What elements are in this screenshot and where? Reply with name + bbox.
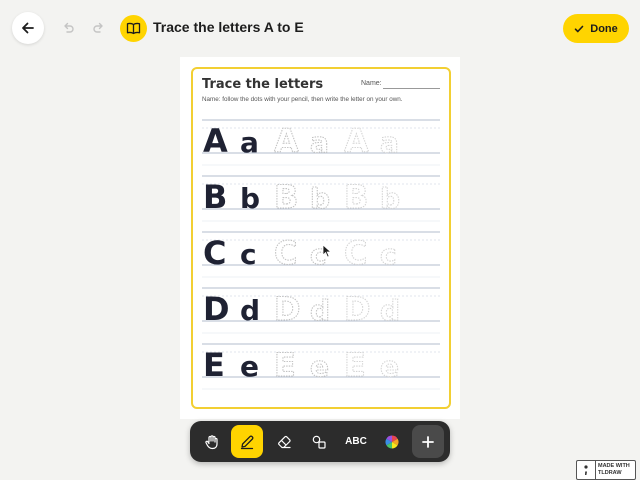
worksheet: Trace the letters Name: Name: follow the… [191, 67, 451, 409]
letter-row: AaAaAa [202, 119, 440, 166]
done-button[interactable]: Done [563, 14, 629, 43]
trace-uppercase-letter: E [274, 346, 296, 384]
redo-icon [93, 22, 103, 33]
letter-row: DdDdDd [202, 287, 440, 334]
trace-uppercase-letter: D [274, 290, 301, 328]
trace-uppercase-letter: B [344, 178, 368, 216]
trace-lowercase-letter: b [310, 182, 330, 215]
trace-lowercase-letter: e [380, 350, 399, 383]
trace-lowercase-letter: e [310, 350, 329, 383]
drawing-toolbar: ABC [190, 421, 450, 462]
shapes-tool-button[interactable] [303, 425, 335, 458]
trace-lowercase-letter: d [310, 294, 330, 327]
trace-lowercase-letter: c [380, 238, 397, 271]
solid-uppercase-letter: D [203, 290, 230, 328]
cursor-icon [322, 244, 332, 258]
trace-uppercase-letter: C [274, 234, 297, 272]
trace-uppercase-letter: E [344, 346, 366, 384]
check-icon [574, 25, 584, 32]
trace-lowercase-letter: d [380, 294, 400, 327]
shapes-icon [312, 435, 326, 449]
trace-uppercase-letter: D [344, 290, 371, 328]
book-button[interactable] [120, 15, 147, 42]
color-wheel-icon [385, 435, 399, 448]
redo-button[interactable] [87, 16, 111, 40]
trace-uppercase-letter: A [344, 122, 369, 160]
badge-line-2: TLDRAW [598, 470, 622, 476]
solid-uppercase-letter: E [203, 346, 225, 384]
solid-uppercase-letter: C [203, 234, 226, 272]
color-tool-button[interactable] [376, 425, 408, 458]
solid-uppercase-letter: A [203, 122, 228, 160]
plus-icon [422, 435, 434, 448]
undo-button[interactable] [56, 16, 80, 40]
eraser-tool-button[interactable] [268, 425, 300, 458]
tldraw-logo-icon [577, 461, 596, 479]
trace-lowercase-letter: a [310, 126, 329, 159]
solid-lowercase-letter: d [240, 294, 260, 327]
page-title: Trace the letters A to E [153, 19, 304, 35]
solid-lowercase-letter: a [240, 126, 259, 159]
letter-row: CcCcCc [202, 231, 440, 278]
solid-lowercase-letter: b [240, 182, 260, 215]
book-icon [126, 22, 141, 35]
worksheet-canvas[interactable]: Trace the letters Name: Name: follow the… [180, 57, 460, 419]
done-label: Done [590, 22, 618, 35]
eraser-icon [278, 435, 291, 448]
undo-icon [64, 22, 74, 33]
add-button[interactable] [412, 425, 444, 458]
solid-lowercase-letter: c [240, 238, 257, 271]
trace-lowercase-letter: a [380, 126, 399, 159]
badge-line-1: MADE WITH [598, 463, 630, 469]
text-tool-button[interactable]: ABC [338, 425, 374, 458]
hand-icon [205, 434, 218, 449]
letter-row: EeEeEe [202, 343, 440, 390]
made-with-tldraw-badge[interactable]: MADE WITH TLDRAW [576, 460, 636, 480]
trace-uppercase-letter: C [344, 234, 367, 272]
badge-text: MADE WITH TLDRAW [598, 463, 630, 477]
letter-row: BbBbBb [202, 175, 440, 222]
trace-uppercase-letter: B [274, 178, 298, 216]
pencil-tool-button[interactable] [231, 425, 263, 458]
letter-rows: Aa Aa AaB b Bb BbC c Cc CcD d Dd DdE e Ee Ee [202, 119, 440, 390]
hand-tool-button[interactable] [196, 425, 228, 458]
trace-lowercase-letter: b [380, 182, 400, 215]
pencil-icon [240, 435, 254, 449]
back-button[interactable] [12, 12, 44, 44]
solid-uppercase-letter: B [203, 178, 227, 216]
solid-lowercase-letter: e [240, 350, 259, 383]
trace-uppercase-letter: A [274, 122, 299, 160]
arrow-left-icon [22, 22, 34, 34]
